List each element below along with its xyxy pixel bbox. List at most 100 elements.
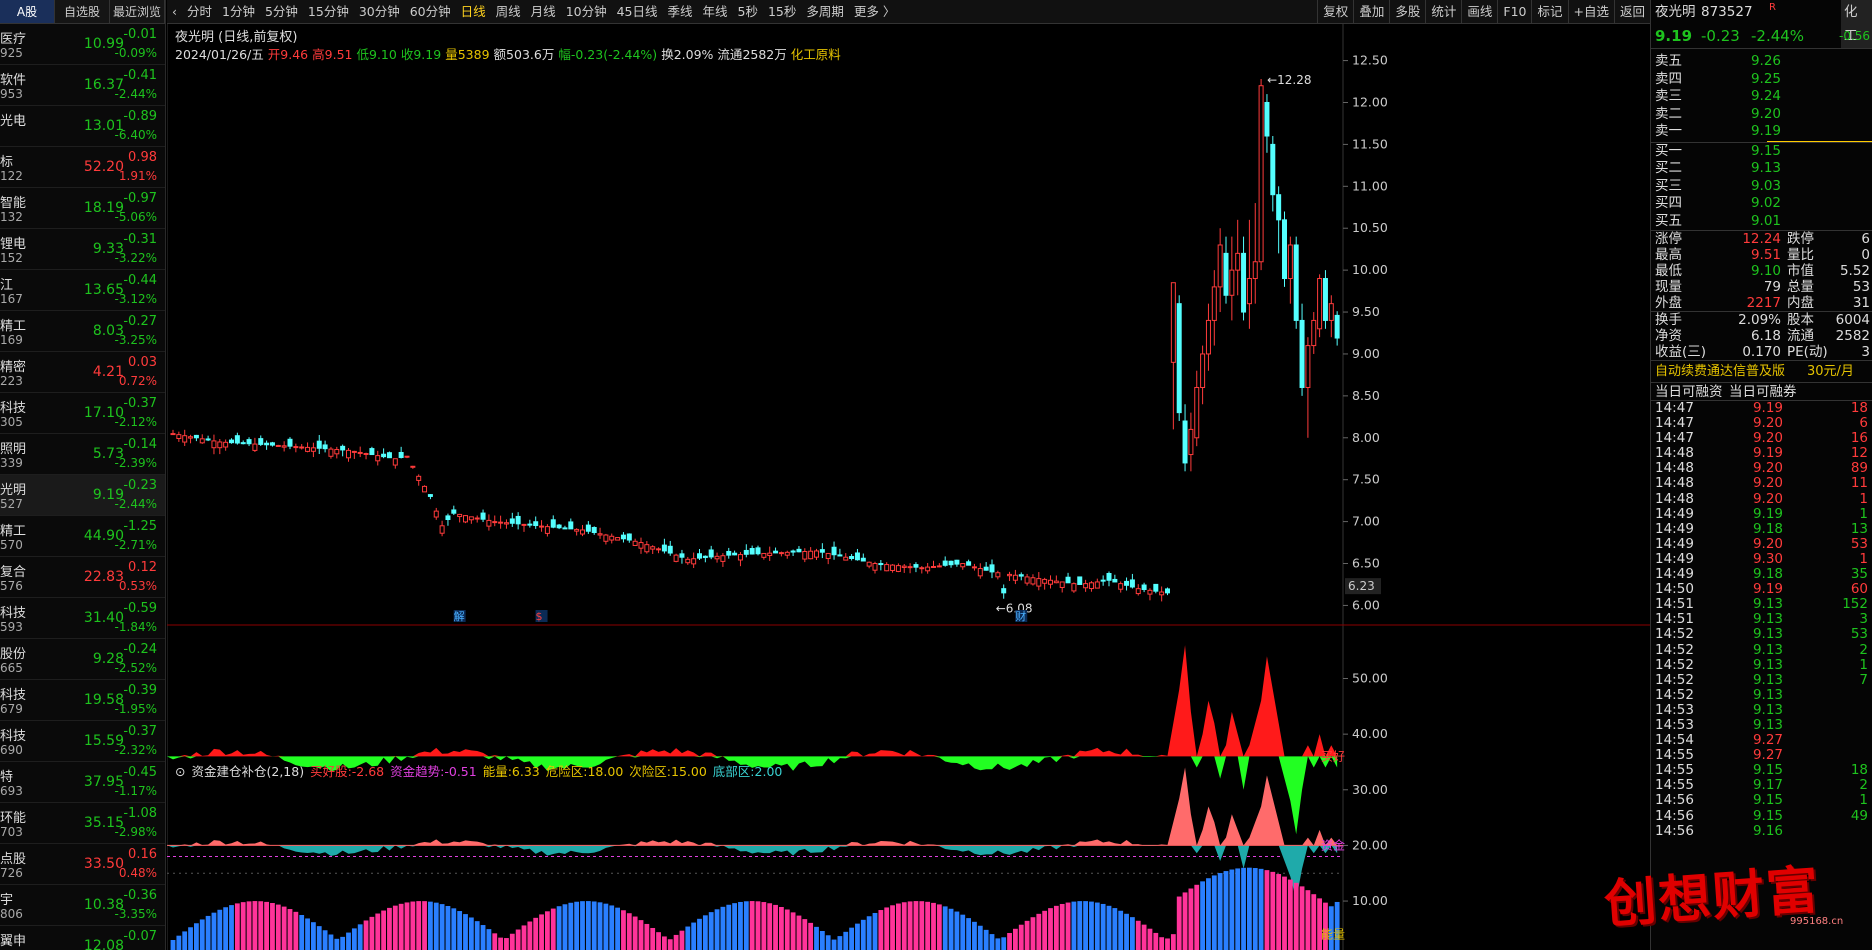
energy-bar <box>1170 934 1176 950</box>
toolbar-action-button[interactable]: F10 <box>1497 0 1531 24</box>
bid-row[interactable]: 买四 9.02 <box>1651 195 1872 213</box>
ask-row[interactable]: 卖三 9.24 <box>1651 88 1872 106</box>
energy-bar <box>445 906 451 950</box>
watchlist-row[interactable]: 翼申 12.08 -0.07 <box>0 926 165 950</box>
candle-body <box>1053 580 1059 584</box>
candle-body <box>346 449 351 459</box>
ask-row[interactable]: 卖四 9.25 <box>1651 71 1872 89</box>
period-tab[interactable]: 月线 <box>526 0 561 24</box>
watchlist-row[interactable]: 特 693 37.95 -0.45 -1.17% <box>0 762 165 803</box>
stat-value: 12.24 <box>1742 231 1781 247</box>
indicator-collapse-icon[interactable]: ⊙ <box>175 764 185 779</box>
toolbar-action-button[interactable]: 统计 <box>1425 0 1461 24</box>
bid-row[interactable]: 买三 9.03 <box>1651 178 1872 196</box>
tab-favorites[interactable]: 自选股 <box>55 0 110 23</box>
bid-row[interactable]: 买一 9.15 <box>1651 143 1872 161</box>
watchlist-row[interactable]: 环能 703 35.15 -1.08 -2.98% <box>0 803 165 844</box>
watchlist-row[interactable]: 智能 132 18.19 -0.97 -5.06% <box>0 188 165 229</box>
period-tab[interactable]: 60分钟 <box>405 0 456 24</box>
energy-bar <box>194 923 199 950</box>
ad-banner[interactable]: 自动续费通达信普及版 30元/月 <box>1651 360 1872 382</box>
toolbar-action-button[interactable]: 叠加 <box>1353 0 1389 24</box>
toolbar-action-button[interactable]: 返回 <box>1613 0 1650 24</box>
watchlist-row[interactable]: 复合 576 22.83 0.12 0.53% <box>0 557 165 598</box>
period-tab[interactable]: 45日线 <box>612 0 663 24</box>
watchlist-row[interactable]: 股份 665 9.28 -0.24 -2.52% <box>0 639 165 680</box>
watchlist-row[interactable]: 科技 305 17.10 -0.37 -2.12% <box>0 393 165 434</box>
tab-a-share[interactable]: A股 <box>0 0 55 23</box>
period-tab[interactable]: 更多 〉 <box>849 0 900 24</box>
period-tab[interactable]: 周线 <box>491 0 526 24</box>
bid-row[interactable]: 买二 9.13 <box>1651 160 1872 178</box>
watchlist-stock-code: 339 <box>0 456 23 470</box>
period-tab[interactable]: 分时 <box>182 0 217 24</box>
indicator-name[interactable]: 资金建仓补仓(2,18) <box>191 764 304 779</box>
stat-label: 现量 <box>1655 279 1682 295</box>
watchlist-row[interactable]: 照明 339 5.73 -0.14 -2.39% <box>0 434 165 475</box>
watchlist-row[interactable]: 精工 169 8.03 -0.27 -3.25% <box>0 311 165 352</box>
watchlist-row[interactable]: 精密 223 4.21 0.03 0.72% <box>0 352 165 393</box>
sector-label[interactable]: 化工原料 <box>791 47 841 62</box>
ask-row[interactable]: 卖一 9.19 <box>1651 123 1872 141</box>
collapse-icon[interactable]: ‹ <box>167 0 182 24</box>
ad-price[interactable]: 30元/月 <box>1807 361 1854 383</box>
ask-row[interactable]: 卖五 9.26 <box>1651 53 1872 71</box>
watchlist-row[interactable]: 精工 570 44.90 -1.25 -2.71% <box>0 516 165 557</box>
bid-row[interactable]: 买五 9.01 <box>1651 213 1872 231</box>
toolbar-action-button[interactable]: 标记 <box>1531 0 1567 24</box>
tab-recent[interactable]: 最近浏览 <box>110 0 165 23</box>
watchlist-row[interactable]: 标 122 52.20 0.98 1.91% <box>0 147 165 188</box>
energy-bar <box>264 901 269 950</box>
watchlist-row[interactable]: 点股 726 33.50 0.16 0.48% <box>0 844 165 885</box>
energy-bar <box>872 912 878 950</box>
last-price: 9.19 <box>1655 27 1693 45</box>
watchlist-row[interactable]: 江 167 13.65 -0.44 -3.12% <box>0 270 165 311</box>
watchlist-row[interactable]: 宇 806 10.38 -0.36 -3.35% <box>0 885 165 926</box>
candle-body <box>995 572 1001 578</box>
toolbar-action-button[interactable]: 多股 <box>1389 0 1425 24</box>
candle-body <box>1264 101 1270 137</box>
watchlist-pct: -2.71% <box>114 538 157 552</box>
chart-area[interactable]: 12.50 12.00 11.50 11.00 10.50 10.00 9.50 9.00 8.… <box>167 24 1650 950</box>
watchlist-row[interactable]: 光明 527 9.19 -0.23 -2.44% <box>0 475 165 516</box>
energy-bar <box>1299 886 1305 950</box>
watchlist-pct: -3.25% <box>114 333 157 347</box>
watchlist-row[interactable]: 科技 593 31.40 -0.59 -1.84% <box>0 598 165 639</box>
tick-row: 14:56 9.15 49 <box>1651 808 1872 824</box>
watchlist-change: -1.08 <box>123 806 157 821</box>
energy-bar <box>392 905 398 950</box>
watchlist-row[interactable]: 软件 953 16.37 -0.41 -2.44% <box>0 65 165 106</box>
candle-body <box>486 519 492 527</box>
candles-group <box>170 79 1340 602</box>
candle-body <box>971 566 977 569</box>
period-tab[interactable]: 15分钟 <box>303 0 354 24</box>
ask-row-price: 9.24 <box>1750 88 1781 104</box>
toolbar-action-button[interactable]: 复权 <box>1317 0 1353 24</box>
candle-body <box>410 465 416 468</box>
ask-row[interactable]: 卖二 9.20 <box>1651 106 1872 124</box>
candle-body <box>1071 583 1077 592</box>
ask-row-label: 卖四 <box>1655 70 1682 87</box>
period-tab[interactable]: 多周期 <box>801 0 849 24</box>
watchlist-row[interactable]: 医疗 925 10.99 -0.01 -0.09% <box>0 24 165 65</box>
period-tab[interactable]: 5分钟 <box>260 0 303 24</box>
period-tab[interactable]: 季线 <box>663 0 698 24</box>
period-tab[interactable]: 5秒 <box>733 0 763 24</box>
watchlist-row[interactable]: 科技 679 19.58 -0.39 -1.95% <box>0 680 165 721</box>
period-tab[interactable]: 日线 <box>456 0 491 24</box>
energy-bar <box>738 901 743 950</box>
kline-chart-svg[interactable]: 12.50 12.00 11.50 11.00 10.50 10.00 9.50 9.00 8.… <box>167 24 1650 950</box>
period-tab[interactable]: 10分钟 <box>561 0 612 24</box>
toolbar-action-button[interactable]: +自选 <box>1567 0 1614 24</box>
watchlist-row[interactable]: 锂电 152 9.33 -0.31 -3.22% <box>0 229 165 270</box>
period-tab[interactable]: 1分钟 <box>217 0 260 24</box>
toolbar-action-button[interactable]: 画线 <box>1461 0 1497 24</box>
energy-bar <box>240 902 246 950</box>
period-tab[interactable]: 30分钟 <box>354 0 405 24</box>
period-tab[interactable]: 年线 <box>698 0 733 24</box>
watchlist-row[interactable]: 光电 13.01 -0.89 -6.40% <box>0 106 165 147</box>
ad-text[interactable]: 自动续费通达信普及版 <box>1655 361 1785 383</box>
watchlist-row[interactable]: 科技 690 15.59 -0.37 -2.32% <box>0 721 165 762</box>
period-tab[interactable]: 15秒 <box>763 0 801 24</box>
candle-body <box>574 528 580 532</box>
